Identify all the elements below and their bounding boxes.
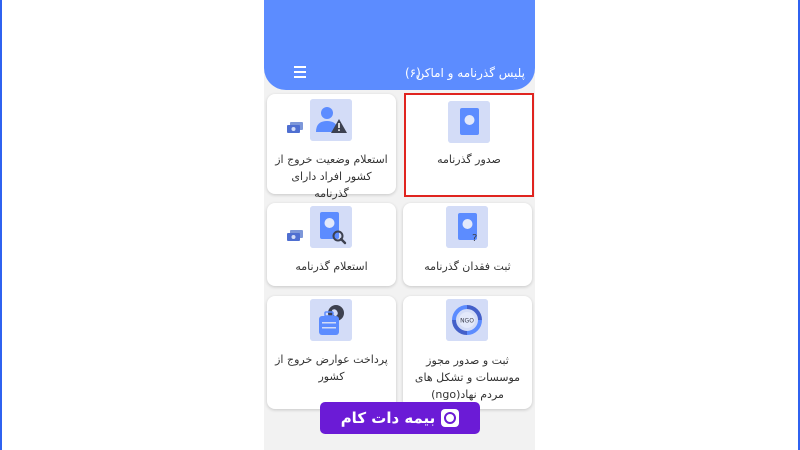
service-count: (۶): [405, 66, 421, 80]
service-card-issue-passport[interactable]: صدور گذرنامه: [404, 93, 534, 197]
cash-icon: [287, 122, 303, 133]
bimeh-logo-icon: [441, 409, 460, 427]
service-card-report-lost-passport[interactable]: ? ثبت فقدان گذرنامه: [403, 203, 532, 286]
service-label-issue-passport: صدور گذرنامه: [437, 153, 501, 166]
app-header: پلیس گذرنامه و اماکن (۶): [264, 0, 535, 90]
page-title: پلیس گذرنامه و اماکن: [415, 66, 525, 80]
svg-text:?: ?: [472, 233, 477, 244]
phone-screen: پلیس گذرنامه و اماکن (۶) صدور گذرنامه اس…: [264, 0, 535, 450]
passport-icon: [448, 101, 490, 143]
frame-border-left: [0, 0, 2, 450]
watermark-banner: بیمه دات کام: [320, 402, 480, 434]
service-card-ngo-license[interactable]: NGO ثبت و صدور مجوز موسسات و تشکل های مر…: [403, 296, 532, 409]
service-label-ngo-license: ثبت و صدور مجوز موسسات و تشکل های مردم ن…: [414, 354, 521, 401]
ngo-icon-text: NGO: [460, 318, 474, 325]
service-label-exit-status-inquiry: استعلام وضعیت خروج از کشور افراد دارای گ…: [275, 153, 388, 200]
user-warning-icon: [310, 99, 352, 141]
watermark-text: بیمه دات کام: [340, 409, 436, 427]
ngo-icon: NGO: [446, 299, 488, 341]
service-card-exit-fee-payment[interactable]: پرداخت عوارض خروج از کشور: [267, 296, 396, 409]
service-card-passport-inquiry[interactable]: استعلام گذرنامه: [267, 203, 396, 286]
service-label-report-lost-passport: ثبت فقدان گذرنامه: [424, 260, 511, 273]
service-label-exit-fee-payment: پرداخت عوارض خروج از کشور: [275, 353, 388, 383]
passport-question-icon: ?: [446, 206, 488, 248]
cash-icon: [287, 230, 303, 241]
luggage-globe-icon: [310, 299, 352, 341]
list-icon[interactable]: [294, 66, 306, 78]
service-label-passport-inquiry: استعلام گذرنامه: [295, 260, 368, 273]
service-card-exit-status-inquiry[interactable]: استعلام وضعیت خروج از کشور افراد دارای گ…: [267, 94, 396, 200]
passport-search-icon: [310, 206, 352, 248]
